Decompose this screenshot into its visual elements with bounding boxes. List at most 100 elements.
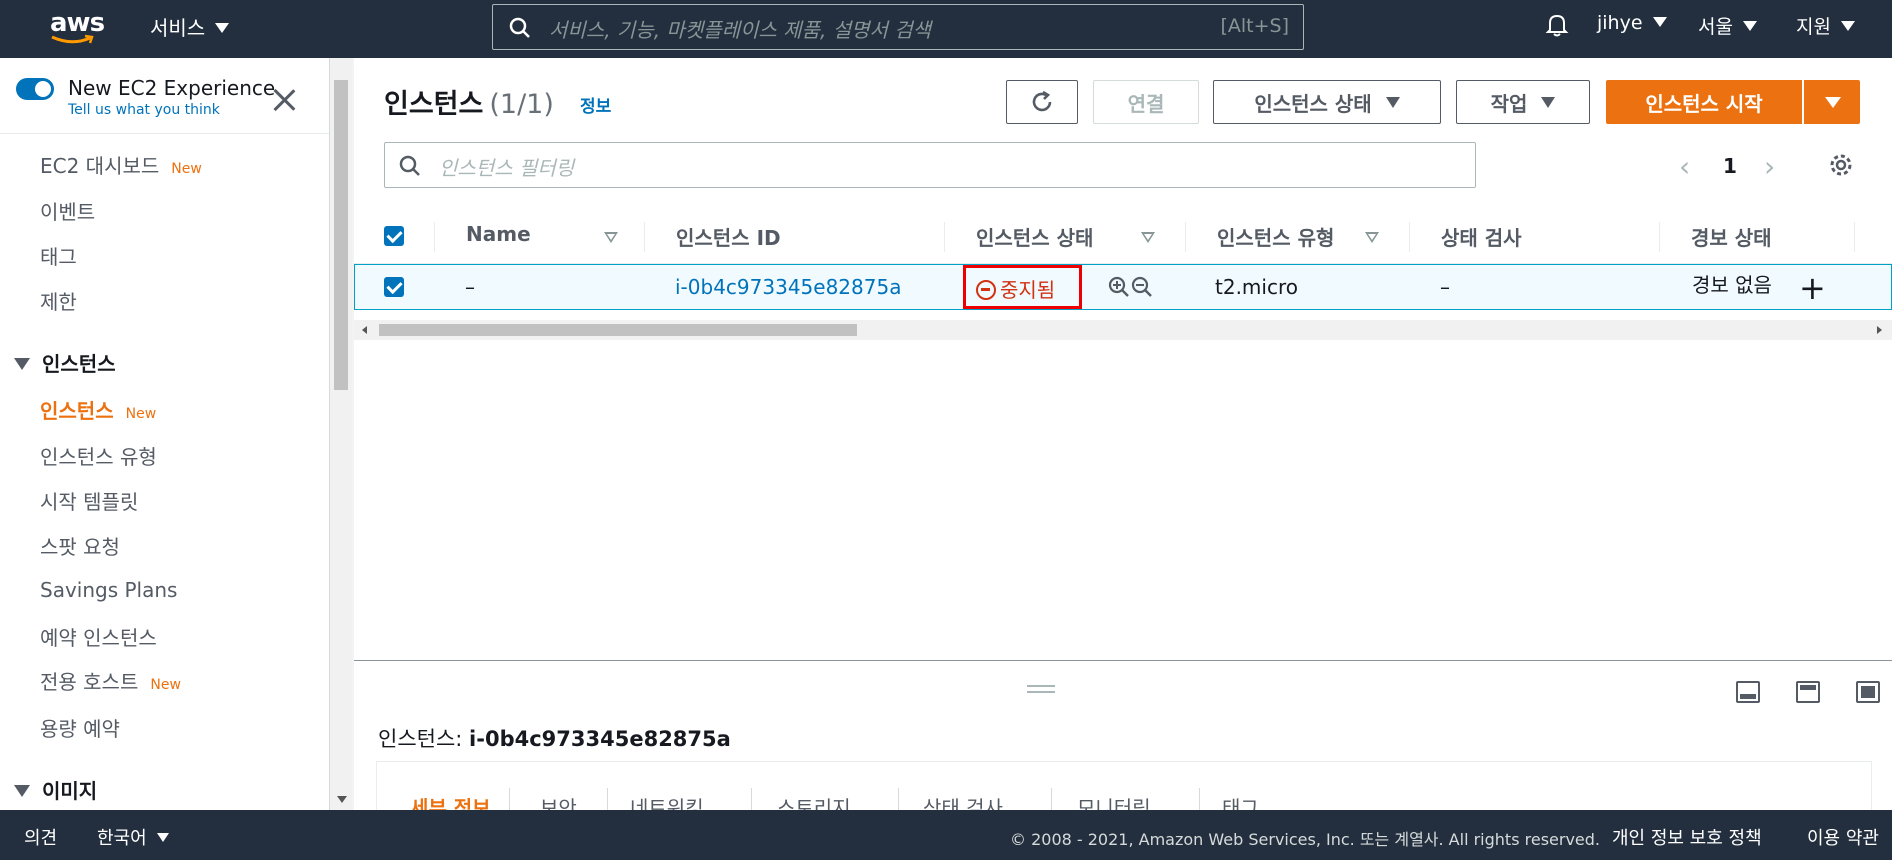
page-title-text: 인스턴스 bbox=[384, 89, 484, 120]
sidebar-item-launch-templates[interactable]: 시작 템플릿 bbox=[40, 486, 138, 515]
new-experience-title: New EC2 Experience bbox=[68, 76, 276, 100]
scroll-right-arrow-icon[interactable] bbox=[1877, 326, 1882, 334]
cell-status-check: – bbox=[1440, 275, 1450, 299]
instance-state-button[interactable]: 인스턴스 상태 bbox=[1213, 80, 1441, 124]
table-horizontal-scrollbar[interactable] bbox=[354, 320, 1892, 340]
launch-dropdown-button[interactable] bbox=[1804, 80, 1860, 124]
previous-page-icon[interactable]: ‹ bbox=[1679, 150, 1690, 183]
aws-logo[interactable]: aws bbox=[48, 6, 106, 46]
panel-bottom-icon[interactable] bbox=[1736, 681, 1760, 703]
gear-icon[interactable] bbox=[1828, 152, 1854, 178]
copyright: © 2008 - 2021, Amazon Web Services, Inc.… bbox=[1010, 830, 1601, 849]
sidebar-item-limits[interactable]: 제한 bbox=[40, 286, 77, 315]
instances-panel: 인스턴스 (1/1) 정보 연결 인스턴스 상태 작업 인스턴스 시작 인스턴스 … bbox=[354, 58, 1892, 661]
column-divider bbox=[644, 222, 645, 252]
sidebar-scrollbar[interactable] bbox=[330, 58, 352, 810]
sidebar-item-spot-requests[interactable]: 스팟 요청 bbox=[40, 531, 120, 560]
row-checkbox[interactable] bbox=[384, 277, 404, 297]
sidebar-item-instance-types[interactable]: 인스턴스 유형 bbox=[40, 441, 157, 470]
sidebar-item-tags[interactable]: 태그 bbox=[40, 241, 77, 270]
column-divider bbox=[1185, 222, 1186, 252]
column-header-alarm-status[interactable]: 경보 상태 bbox=[1691, 222, 1772, 251]
caret-down-icon bbox=[156, 833, 169, 842]
sidebar-item-events[interactable]: 이벤트 bbox=[40, 196, 95, 225]
feedback-link[interactable]: 의견 bbox=[24, 824, 57, 850]
global-search-input[interactable]: 서비스, 기능, 마켓플레이스 제품, 설명서 검색 [Alt+S] bbox=[492, 4, 1304, 50]
sidebar-section-images[interactable]: 이미지 bbox=[14, 775, 97, 804]
new-experience-toggle[interactable] bbox=[16, 78, 54, 100]
scrollbar-thumb[interactable] bbox=[334, 80, 348, 390]
sidebar-section-instances[interactable]: 인스턴스 bbox=[14, 348, 116, 377]
connect-button[interactable]: 연결 bbox=[1093, 80, 1199, 124]
bell-icon[interactable] bbox=[1545, 12, 1569, 38]
support-menu[interactable]: 지원 bbox=[1796, 12, 1855, 39]
user-name: jihye bbox=[1597, 12, 1643, 34]
sidebar-item-ec2-dashboard[interactable]: EC2 대시보드 New bbox=[40, 150, 202, 179]
column-header-name[interactable]: Name bbox=[466, 222, 531, 246]
support-label: 지원 bbox=[1796, 16, 1831, 38]
caret-down-icon bbox=[1652, 17, 1667, 27]
new-experience-banner: New EC2 Experience Tell us what you thin… bbox=[0, 58, 329, 134]
zoom-out-icon[interactable] bbox=[1131, 276, 1153, 298]
sidebar-item-savings-plans[interactable]: Savings Plans bbox=[40, 578, 177, 602]
cell-instance-id[interactable]: i-0b4c973345e82875a bbox=[675, 275, 901, 299]
sidebar-item-reserved-instances[interactable]: 예약 인스턴스 bbox=[40, 622, 157, 651]
sort-icon[interactable] bbox=[1365, 232, 1379, 243]
cell-name: – bbox=[465, 275, 475, 299]
refresh-button[interactable] bbox=[1006, 80, 1078, 124]
zoom-in-icon[interactable] bbox=[1108, 276, 1130, 298]
scroll-left-arrow-icon[interactable] bbox=[362, 326, 367, 334]
panel-hide-icon[interactable] bbox=[1856, 681, 1880, 703]
launch-instances-button[interactable]: 인스턴스 시작 bbox=[1606, 80, 1802, 124]
details-split-panel: 인스턴스: i-0b4c973345e82875a 세부 정보 보안 네트워킹 … bbox=[354, 661, 1892, 820]
region-name: 서울 bbox=[1698, 16, 1733, 38]
region-menu[interactable]: 서울 bbox=[1698, 12, 1757, 39]
search-placeholder: 서비스, 기능, 마켓플레이스 제품, 설명서 검색 bbox=[549, 18, 932, 42]
resize-handle-icon[interactable] bbox=[1027, 685, 1055, 693]
button-label: 인스턴스 상태 bbox=[1254, 91, 1372, 116]
add-alarm-icon[interactable]: + bbox=[1799, 269, 1826, 307]
sort-icon[interactable] bbox=[604, 232, 618, 243]
services-menu[interactable]: 서비스 bbox=[150, 12, 230, 41]
section-label: 인스턴스 bbox=[42, 352, 116, 376]
button-label: 작업 bbox=[1490, 91, 1528, 116]
column-header-instance-type[interactable]: 인스턴스 유형 bbox=[1217, 222, 1334, 251]
caret-down-icon bbox=[1742, 21, 1757, 31]
sidebar-item-capacity-reservations[interactable]: 용량 예약 bbox=[40, 713, 120, 742]
column-divider bbox=[434, 222, 435, 252]
footer: 의견 한국어 © 2008 - 2021, Amazon Web Service… bbox=[0, 810, 1892, 860]
detail-title-prefix: 인스턴스: bbox=[378, 727, 463, 751]
caret-down-icon bbox=[1840, 21, 1855, 31]
new-badge: New bbox=[171, 161, 202, 177]
column-divider bbox=[1854, 222, 1855, 252]
sort-icon[interactable] bbox=[1141, 232, 1155, 243]
sidebar: New EC2 Experience Tell us what you thin… bbox=[0, 58, 330, 810]
language-label: 한국어 bbox=[97, 828, 147, 849]
column-header-status-check[interactable]: 상태 검사 bbox=[1441, 222, 1522, 251]
close-icon[interactable] bbox=[272, 88, 296, 112]
sidebar-item-label: 전용 호스트 bbox=[40, 670, 139, 694]
scroll-down-arrow-icon[interactable] bbox=[337, 796, 347, 803]
caret-down-icon bbox=[1385, 96, 1400, 108]
current-page[interactable]: 1 bbox=[1723, 154, 1737, 178]
scrollbar-thumb[interactable] bbox=[379, 324, 857, 336]
privacy-link[interactable]: 개인 정보 보호 정책 bbox=[1612, 824, 1762, 850]
info-link[interactable]: 정보 bbox=[580, 92, 611, 117]
panel-side-icon[interactable] bbox=[1796, 681, 1820, 703]
aws-smile-icon bbox=[51, 34, 94, 44]
button-label: 인스턴스 시작 bbox=[1645, 91, 1763, 116]
user-menu[interactable]: jihye bbox=[1597, 12, 1667, 34]
sidebar-item-instances[interactable]: 인스턴스 New bbox=[40, 395, 156, 424]
table-row[interactable]: – i-0b4c973345e82875a 중지됨 t2.micro – 경보 … bbox=[354, 264, 1892, 310]
instance-filter-input[interactable]: 인스턴스 필터링 bbox=[384, 142, 1476, 188]
sidebar-item-label: 인스턴스 bbox=[40, 399, 114, 423]
column-header-instance-id[interactable]: 인스턴스 ID bbox=[676, 222, 781, 251]
column-header-instance-state[interactable]: 인스턴스 상태 bbox=[976, 222, 1093, 251]
next-page-icon[interactable]: › bbox=[1764, 150, 1775, 183]
sidebar-item-dedicated-hosts[interactable]: 전용 호스트 New bbox=[40, 666, 181, 695]
feedback-link[interactable]: Tell us what you think bbox=[68, 102, 220, 118]
select-all-checkbox[interactable] bbox=[384, 226, 404, 246]
actions-button[interactable]: 작업 bbox=[1456, 80, 1590, 124]
terms-link[interactable]: 이용 약관 bbox=[1807, 824, 1879, 850]
language-selector[interactable]: 한국어 bbox=[97, 824, 169, 850]
